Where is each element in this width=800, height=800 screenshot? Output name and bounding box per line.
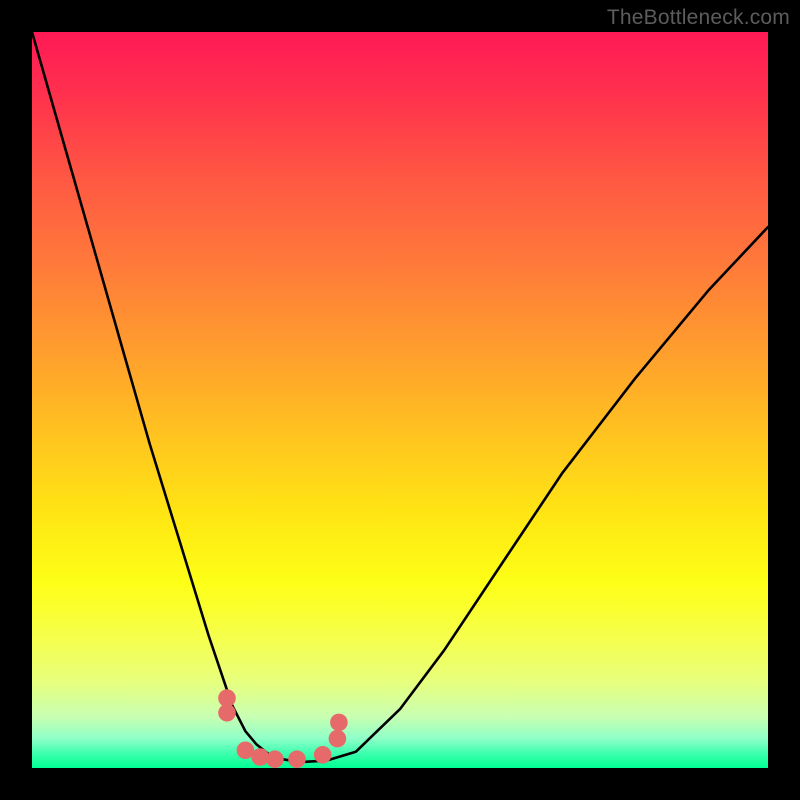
highlight-dot xyxy=(266,750,284,768)
highlight-dot xyxy=(314,746,332,764)
highlight-dot xyxy=(330,714,348,732)
curve-layer xyxy=(32,32,768,768)
plot-area xyxy=(32,32,768,768)
highlight-dot xyxy=(251,748,269,766)
main-curve xyxy=(32,32,768,762)
chart-frame: TheBottleneck.com xyxy=(0,0,800,800)
highlight-dots xyxy=(218,689,348,768)
highlight-dot xyxy=(288,750,306,768)
watermark-text: TheBottleneck.com xyxy=(607,6,790,30)
highlight-dot xyxy=(218,704,236,722)
highlight-dot xyxy=(329,730,347,748)
